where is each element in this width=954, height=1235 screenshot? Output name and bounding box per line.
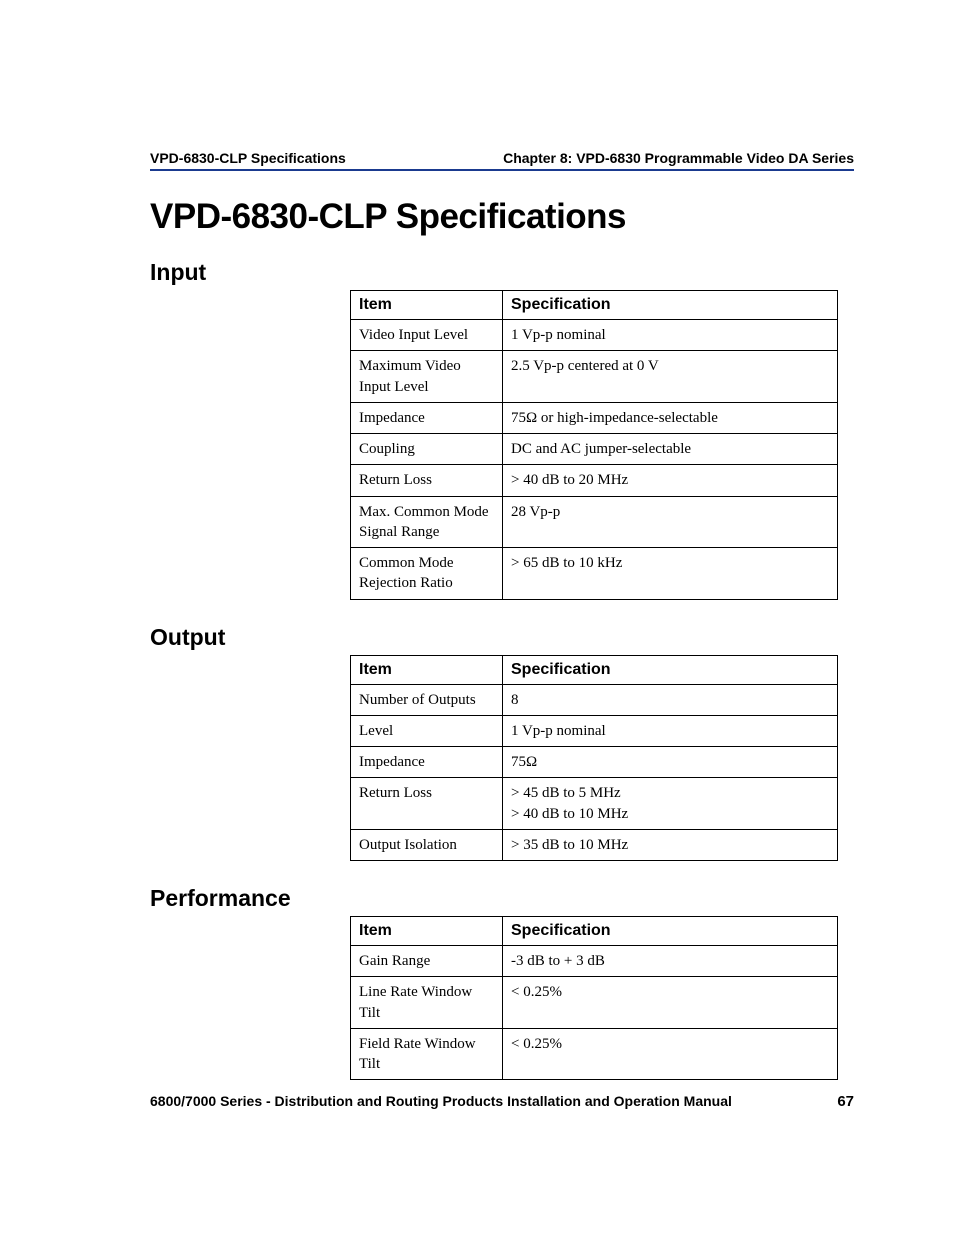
cell-spec: > 65 dB to 10 kHz: [503, 548, 838, 600]
table-row: Max. Common Mode Signal Range 28 Vp-p: [351, 496, 838, 548]
table-row: Impedance 75Ω: [351, 747, 838, 778]
page-footer: 6800/7000 Series - Distribution and Rout…: [150, 1093, 854, 1110]
cell-item: Max. Common Mode Signal Range: [351, 496, 503, 548]
cell-spec: 28 Vp-p: [503, 496, 838, 548]
cell-item: Gain Range: [351, 946, 503, 977]
col-header-item: Item: [351, 655, 503, 684]
table-row: Line Rate Window Tilt < 0.25%: [351, 977, 838, 1029]
table-row: Return Loss > 45 dB to 5 MHz > 40 dB to …: [351, 778, 838, 830]
footer-text: 6800/7000 Series - Distribution and Rout…: [150, 1093, 732, 1109]
col-header-item: Item: [351, 917, 503, 946]
cell-spec: > 35 dB to 10 MHz: [503, 829, 838, 860]
cell-item: Impedance: [351, 747, 503, 778]
cell-item: Level: [351, 715, 503, 746]
cell-spec: 75Ω: [503, 747, 838, 778]
output-table: Item Specification Number of Outputs 8 L…: [350, 655, 838, 862]
cell-spec: 1 Vp-p nominal: [503, 320, 838, 351]
table-row: Output Isolation > 35 dB to 10 MHz: [351, 829, 838, 860]
cell-spec: 75Ω or high-impedance-selectable: [503, 402, 838, 433]
table-row: Number of Outputs 8: [351, 684, 838, 715]
cell-item: Return Loss: [351, 778, 503, 830]
col-header-spec: Specification: [503, 291, 838, 320]
input-table: Item Specification Video Input Level 1 V…: [350, 290, 838, 600]
spec-line: > 40 dB to 10 MHz: [511, 804, 829, 824]
cell-item: Impedance: [351, 402, 503, 433]
cell-spec: DC and AC jumper-selectable: [503, 434, 838, 465]
cell-item: Return Loss: [351, 465, 503, 496]
table-row: Maximum Video Input Level 2.5 Vp-p cente…: [351, 351, 838, 403]
section-heading-performance: Performance: [150, 885, 854, 912]
cell-item: Line Rate Window Tilt: [351, 977, 503, 1029]
col-header-spec: Specification: [503, 655, 838, 684]
table-row: Coupling DC and AC jumper-selectable: [351, 434, 838, 465]
cell-item: Common Mode Rejection Ratio: [351, 548, 503, 600]
page-title: VPD-6830-CLP Specifications: [150, 197, 854, 237]
table-row: Gain Range -3 dB to + 3 dB: [351, 946, 838, 977]
cell-spec: 2.5 Vp-p centered at 0 V: [503, 351, 838, 403]
cell-item: Video Input Level: [351, 320, 503, 351]
cell-spec: > 40 dB to 20 MHz: [503, 465, 838, 496]
cell-item: Number of Outputs: [351, 684, 503, 715]
cell-spec: > 45 dB to 5 MHz > 40 dB to 10 MHz: [503, 778, 838, 830]
cell-item: Maximum Video Input Level: [351, 351, 503, 403]
section-heading-output: Output: [150, 624, 854, 651]
cell-item: Output Isolation: [351, 829, 503, 860]
table-row: Impedance 75Ω or high-impedance-selectab…: [351, 402, 838, 433]
col-header-spec: Specification: [503, 917, 838, 946]
table-row: Level 1 Vp-p nominal: [351, 715, 838, 746]
page-number: 67: [837, 1093, 854, 1110]
table-row: Field Rate Window Tilt < 0.25%: [351, 1028, 838, 1080]
cell-spec: < 0.25%: [503, 977, 838, 1029]
cell-spec: < 0.25%: [503, 1028, 838, 1080]
page-header: VPD-6830-CLP Specifications Chapter 8: V…: [150, 150, 854, 171]
cell-spec: -3 dB to + 3 dB: [503, 946, 838, 977]
section-heading-input: Input: [150, 259, 854, 286]
spec-line: > 45 dB to 5 MHz: [511, 783, 829, 803]
cell-spec: 1 Vp-p nominal: [503, 715, 838, 746]
cell-item: Coupling: [351, 434, 503, 465]
cell-spec: 8: [503, 684, 838, 715]
table-row: Video Input Level 1 Vp-p nominal: [351, 320, 838, 351]
cell-item: Field Rate Window Tilt: [351, 1028, 503, 1080]
performance-table: Item Specification Gain Range -3 dB to +…: [350, 916, 838, 1080]
table-row: Return Loss > 40 dB to 20 MHz: [351, 465, 838, 496]
header-right: Chapter 8: VPD-6830 Programmable Video D…: [503, 150, 854, 166]
header-left: VPD-6830-CLP Specifications: [150, 150, 346, 166]
col-header-item: Item: [351, 291, 503, 320]
table-row: Common Mode Rejection Ratio > 65 dB to 1…: [351, 548, 838, 600]
